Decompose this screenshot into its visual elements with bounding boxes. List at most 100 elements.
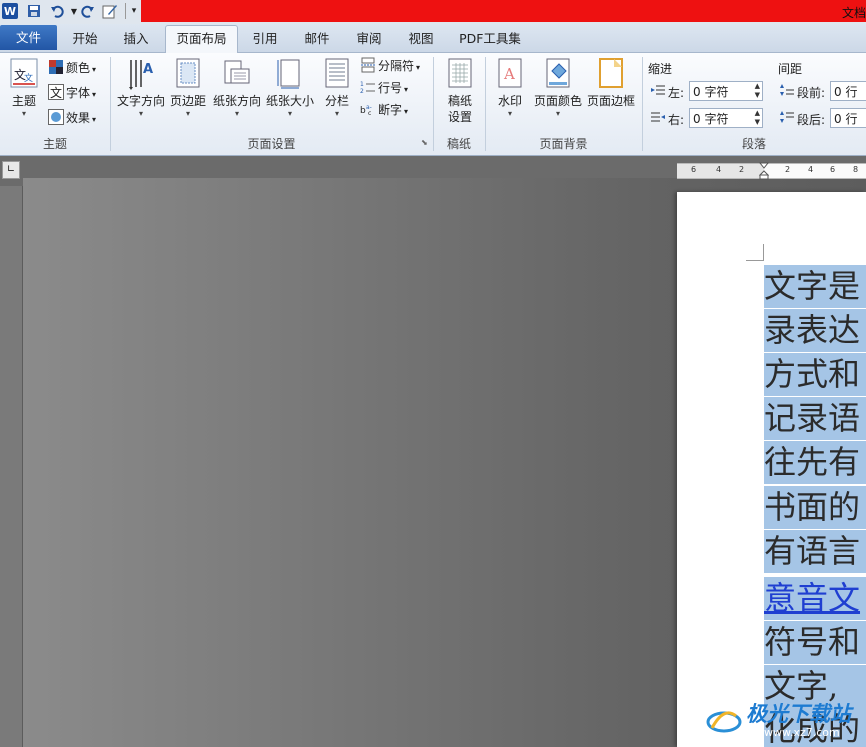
- tab-pdf-tools[interactable]: PDF工具集: [452, 29, 528, 49]
- font-icon: 文: [48, 84, 64, 100]
- page-color-label: 页面颜色: [533, 94, 582, 108]
- text-line[interactable]: 录表达: [764, 309, 866, 352]
- size-button[interactable]: 纸张大小 ▾: [265, 57, 315, 119]
- orientation-label: 纸张方向: [212, 94, 261, 108]
- ruler-tick: 8: [853, 165, 859, 174]
- text-line[interactable]: 书面的: [764, 486, 866, 529]
- svg-text:文: 文: [24, 72, 33, 84]
- page-break-icon: [360, 57, 376, 73]
- ribbon-tab-bar: 文件 开始 插入 页面布局 引用 邮件 审阅 视图 PDF工具集: [0, 24, 866, 53]
- ruler-tick: 4: [716, 165, 722, 174]
- indent-left-input[interactable]: 0 字符 ▲ ▼: [689, 81, 763, 101]
- text-line[interactable]: 符号和: [764, 621, 866, 664]
- page-borders-button[interactable]: 页面边框: [586, 57, 636, 109]
- text-line[interactable]: 方式和: [764, 353, 866, 396]
- save-icon[interactable]: [26, 3, 42, 19]
- themes-label: 主题: [11, 94, 36, 108]
- tab-review[interactable]: 审阅: [346, 29, 392, 49]
- theme-colors-button[interactable]: 颜色 ▾: [48, 58, 96, 78]
- indent-right-input[interactable]: 0 字符 ▲ ▼: [689, 108, 763, 128]
- theme-fonts-label: 字体: [66, 86, 91, 100]
- tab-selector-icon[interactable]: ∟: [2, 161, 20, 179]
- text-line[interactable]: 文字是: [764, 265, 866, 308]
- hyphenation-button[interactable]: b a-c 断字 ▾: [360, 100, 408, 120]
- margins-button[interactable]: 页边距 ▾: [168, 57, 208, 119]
- orientation-button[interactable]: 纸张方向 ▾: [211, 57, 263, 119]
- text-direction-button[interactable]: A 文字方向 ▾: [116, 57, 166, 119]
- palette-icon: [48, 59, 64, 75]
- hyperlink-text-line[interactable]: 意音文: [764, 577, 866, 620]
- draft-paper-settings-button[interactable]: 稿纸 设置: [441, 57, 479, 125]
- theme-effects-button[interactable]: 效果 ▾: [48, 108, 96, 128]
- spacing-before-label: 段前:: [797, 86, 826, 100]
- chevron-down-icon: ▾: [416, 63, 421, 72]
- chevron-down-icon: ▾: [21, 109, 26, 118]
- svg-text:2: 2: [360, 88, 364, 95]
- vertical-ruler: [0, 186, 23, 747]
- effects-icon: [48, 109, 64, 125]
- text-line[interactable]: 记录语: [764, 397, 866, 440]
- watermark-button[interactable]: A 水印 ▾: [494, 57, 526, 119]
- svg-text:1: 1: [360, 81, 364, 88]
- line-numbers-button[interactable]: 1 2 行号 ▾: [360, 78, 408, 98]
- ribbon: 文文 主题 ▾ 颜色 ▾ 文字体 ▾ 效果 ▾ 主题 A 文字方向 ▾ 页边距 ▾ 纸…: [0, 53, 866, 156]
- chevron-down-icon: ▾: [404, 107, 409, 116]
- customize-toolbar-icon[interactable]: ▾: [125, 3, 142, 19]
- crop-mark: [763, 244, 764, 261]
- chevron-down-icon: ▾: [507, 109, 512, 118]
- text-line[interactable]: 往先有: [764, 441, 866, 484]
- page-borders-label: 页面边框: [586, 94, 635, 108]
- page-color-button[interactable]: 页面颜色 ▾: [533, 57, 583, 119]
- chevron-down-icon: ▾: [334, 109, 339, 118]
- group-label-draft-paper: 稿纸: [446, 137, 471, 151]
- tab-home[interactable]: 开始: [62, 29, 108, 49]
- ruler-tick: 6: [691, 165, 697, 174]
- page-size-icon: [275, 57, 305, 91]
- chevron-down-icon: ▾: [138, 109, 143, 118]
- title-bar: W ▼ ▾ 文档: [0, 0, 866, 24]
- text-direction-icon: A: [126, 57, 156, 91]
- indent-left-icon: [651, 84, 665, 101]
- theme-effects-label: 效果: [66, 111, 91, 125]
- tab-file[interactable]: 文件: [0, 25, 57, 50]
- svg-text:A: A: [143, 62, 153, 77]
- chevron-down-icon: ▾: [404, 85, 409, 94]
- indent-marker-icon[interactable]: [759, 162, 769, 180]
- undo-icon[interactable]: [49, 3, 65, 19]
- text-line[interactable]: 有语言: [764, 530, 866, 573]
- tab-view[interactable]: 视图: [398, 29, 444, 49]
- word-app-icon[interactable]: W: [2, 3, 18, 19]
- chevron-down-icon: ▾: [92, 90, 97, 99]
- ruler-tick: 2: [739, 165, 745, 174]
- indent-left-label: 左:: [668, 86, 685, 100]
- columns-button[interactable]: 分栏 ▾: [320, 57, 354, 119]
- svg-text:文: 文: [50, 85, 62, 100]
- tab-page-layout[interactable]: 页面布局: [165, 25, 238, 53]
- chevron-down-icon: ▾: [555, 109, 560, 118]
- tab-references[interactable]: 引用: [242, 29, 288, 49]
- breaks-label: 分隔符: [378, 59, 415, 73]
- page-borders-icon: [596, 57, 626, 91]
- edit-icon[interactable]: [102, 3, 118, 19]
- spinner-arrows-icon[interactable]: ▲ ▼: [755, 109, 760, 127]
- draft-paper-settings-label-2: 设置: [447, 110, 472, 124]
- indent-right-label: 右:: [668, 113, 685, 127]
- spacing-after-input[interactable]: 0 行: [830, 108, 866, 128]
- tab-mailings[interactable]: 邮件: [294, 29, 340, 49]
- dialog-launcher-icon[interactable]: ⬊: [421, 138, 428, 147]
- spacing-before-icon: [780, 84, 794, 101]
- spacing-before-input[interactable]: 0 行: [830, 81, 866, 101]
- breaks-button[interactable]: 分隔符 ▾: [360, 56, 420, 76]
- title-highlight: [141, 0, 866, 22]
- spinner-arrows-icon[interactable]: ▲ ▼: [755, 82, 760, 100]
- theme-colors-label: 颜色: [66, 61, 91, 75]
- tab-insert[interactable]: 插入: [113, 29, 159, 49]
- themes-button[interactable]: 文文 主题 ▾: [6, 57, 42, 119]
- theme-fonts-button[interactable]: 文字体 ▾: [48, 83, 96, 103]
- horizontal-ruler[interactable]: 6 4 2 2 4 6 8: [677, 162, 866, 180]
- margins-icon: [173, 57, 203, 91]
- columns-icon: [322, 57, 352, 91]
- redo-icon[interactable]: [80, 3, 96, 19]
- indent-heading: 缩进: [648, 62, 673, 76]
- size-label: 纸张大小: [265, 94, 314, 108]
